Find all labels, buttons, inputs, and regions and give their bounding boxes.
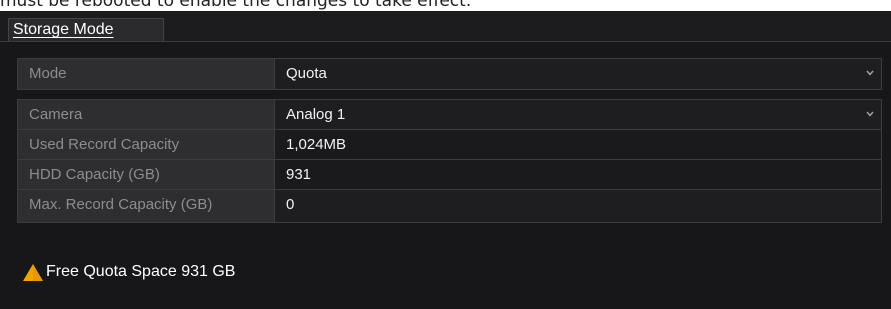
mode-group: Mode Quota: [17, 58, 882, 90]
quota-notice-text: Free Quota Space 931 GB: [46, 263, 236, 280]
mode-select[interactable]: Quota: [275, 59, 881, 89]
max-record-capacity-input[interactable]: 0: [275, 190, 881, 222]
camera-value: Analog 1: [286, 106, 346, 123]
used-record-capacity-row: Used Record Capacity 1,024MB: [18, 130, 881, 160]
chevron-down-icon: [866, 70, 874, 76]
tab-storage-mode-label: Storage Mode: [13, 21, 114, 38]
mode-value: Quota: [286, 65, 327, 82]
camera-label: Camera: [18, 100, 275, 129]
tab-bar: Storage Mode: [0, 11, 891, 42]
camera-select[interactable]: Analog 1: [275, 100, 881, 129]
hdd-capacity-row: HDD Capacity (GB) 931: [18, 160, 881, 190]
chevron-down-icon: [866, 111, 874, 117]
mode-row: Mode Quota: [18, 59, 881, 89]
mode-label: Mode: [18, 59, 275, 89]
used-record-capacity-label: Used Record Capacity: [18, 130, 275, 159]
camera-row: Camera Analog 1: [18, 100, 881, 130]
tab-storage-mode[interactable]: Storage Mode: [8, 18, 164, 41]
used-record-capacity-value: 1,024MB: [275, 130, 881, 159]
hdd-capacity-label: HDD Capacity (GB): [18, 160, 275, 189]
hdd-capacity-value: 931: [275, 160, 881, 189]
max-record-capacity-label: Max. Record Capacity (GB): [18, 190, 275, 222]
storage-mode-panel: Storage Mode Mode Quota Camera Analog 1: [0, 11, 891, 309]
warning-icon: [23, 264, 43, 281]
max-record-capacity-row: Max. Record Capacity (GB) 0: [18, 190, 881, 222]
camera-details-group: Camera Analog 1 Used Record Capacity 1,0…: [17, 99, 882, 223]
page-caption: must be rebooted to enable the changes t…: [0, 0, 472, 11]
